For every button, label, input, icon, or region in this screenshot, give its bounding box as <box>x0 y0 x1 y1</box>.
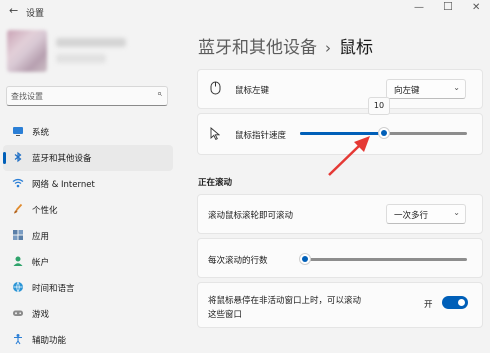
sidebar-item-label: 辅助功能 <box>32 336 67 346</box>
annotation-arrow-icon <box>328 136 370 176</box>
accessibility-icon <box>14 334 22 345</box>
